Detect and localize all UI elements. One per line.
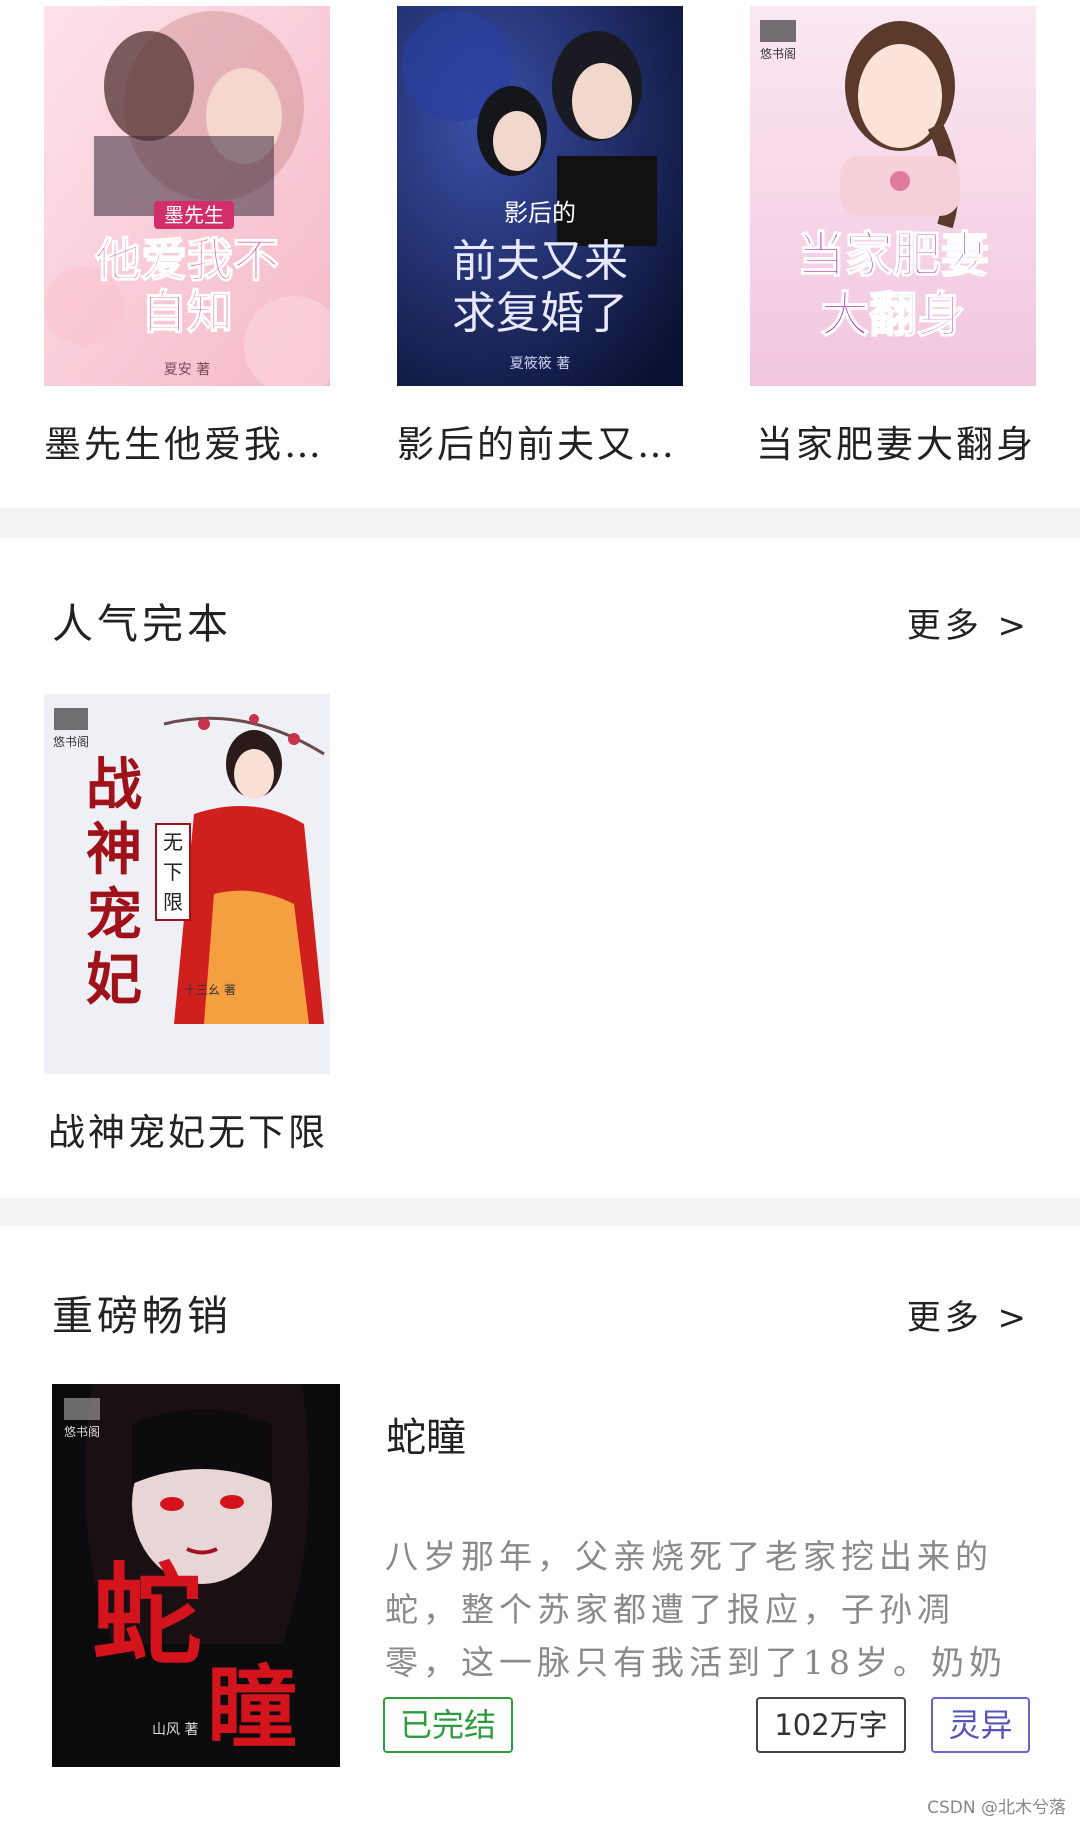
svg-text:当家肥妻: 当家肥妻 <box>797 227 989 283</box>
svg-text:求复婚了: 求复婚了 <box>452 288 628 339</box>
svg-text:他爱我不: 他爱我不 <box>94 233 279 287</box>
svg-text:下: 下 <box>163 860 183 884</box>
cover-author-text: 十三幺 著 <box>184 982 236 997</box>
cover-series-text: 墨先生 <box>164 203 224 227</box>
svg-text:前夫又来: 前夫又来 <box>452 236 628 287</box>
svg-text:神: 神 <box>86 817 142 883</box>
section-title: 重磅畅销 <box>52 1292 232 1340</box>
cover-author-text: 山风 著 <box>152 1722 198 1738</box>
book-cover-1[interactable]: 墨先生 他爱我不 自知 夏安 著 <box>44 6 330 386</box>
more-link[interactable]: 更多 > <box>907 1290 1030 1339</box>
book-cover-3[interactable]: 悠书阁 当家肥妻 大翻身 <box>750 6 1036 386</box>
cover-series-text: 影后的 <box>504 199 576 227</box>
book-detail-title[interactable]: 蛇瞳 <box>386 1405 466 1463</box>
svg-text:妃: 妃 <box>86 947 142 1013</box>
svg-text:无: 无 <box>163 830 183 854</box>
more-link[interactable]: 更多 > <box>907 598 1030 647</box>
section-title: 人气完本 <box>52 600 232 648</box>
book-title-2[interactable]: 影后的前夫又… <box>397 414 697 468</box>
book-synopsis: 八岁那年，父亲烧死了老家挖出来的蛇，整个苏家都遭了报应，子孙凋零，这一脉只有我活… <box>385 1537 1007 1682</box>
svg-text:限: 限 <box>163 890 183 914</box>
svg-text:大翻身: 大翻身 <box>821 287 965 343</box>
cover-publisher-text: 悠书阁 <box>64 1424 100 1439</box>
cover-author-text: 夏筱筱 著 <box>510 355 570 372</box>
book-title-3[interactable]: 当家肥妻大翻身 <box>756 414 1056 468</box>
cover-publisher-text: 悠书阁 <box>760 46 796 61</box>
book-cover-2[interactable]: 影后的 前夫又来 求复婚了 夏筱筱 著 <box>397 6 683 386</box>
word-count-badge: 102万字 <box>756 1697 906 1753</box>
book-title-4[interactable]: 战神宠妃无下限 <box>48 1102 348 1156</box>
svg-text:宠: 宠 <box>86 882 142 948</box>
section-header: 重磅畅销 更多 > <box>0 1282 1080 1342</box>
svg-text:自知: 自知 <box>141 285 233 339</box>
book-cover-5[interactable]: 悠书阁 蛇 瞳 山风 著 <box>52 1384 340 1767</box>
status-badge: 已完结 <box>383 1697 513 1753</box>
svg-text:蛇: 蛇 <box>92 1551 202 1680</box>
section-header: 人气完本 更多 > <box>0 590 1080 650</box>
genre-badge[interactable]: 灵异 <box>931 1697 1030 1753</box>
recommend-section: 墨先生 他爱我不 自知 夏安 著 墨先生他爱我… 影后的 前夫又来 求复婚了 夏… <box>0 0 1080 508</box>
book-title-1[interactable]: 墨先生他爱我… <box>44 414 344 468</box>
svg-text:战: 战 <box>86 752 142 818</box>
watermark: CSDN @北木兮落 <box>927 1798 1066 1818</box>
cover-author-text: 夏安 著 <box>164 362 210 378</box>
svg-text:瞳: 瞳 <box>207 1655 297 1761</box>
book-cover-4[interactable]: 悠书阁 战 神 宠 妃 无 下 限 十三幺 著 <box>44 694 330 1074</box>
cover-publisher-text: 悠书阁 <box>53 734 89 749</box>
